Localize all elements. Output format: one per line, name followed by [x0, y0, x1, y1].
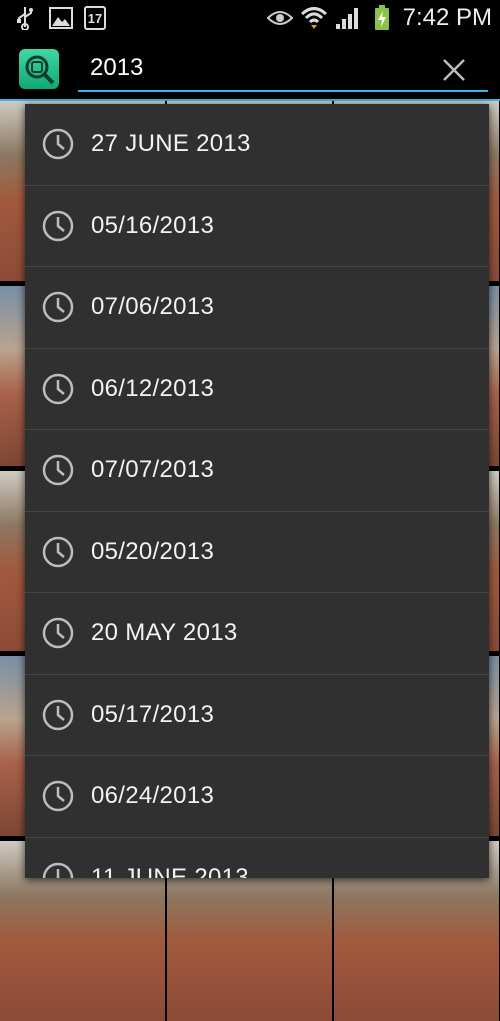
signal-icon: [335, 5, 361, 31]
suggestion-label: 07/07/2013: [91, 456, 215, 484]
wifi-icon: [300, 5, 327, 31]
clock-icon: [42, 699, 74, 730]
clock-icon: [42, 129, 74, 160]
status-time: 7:42 PM: [402, 4, 492, 31]
suggestion-label: 05/17/2013: [91, 700, 215, 728]
usb-icon: [12, 5, 38, 31]
search-input[interactable]: [78, 46, 488, 92]
calendar-day: 17: [87, 10, 103, 26]
suggestion-label: 11 JUNE 2013: [91, 863, 249, 878]
suggestion-item[interactable]: 20 MAY 2013: [25, 593, 489, 675]
suggestion-item[interactable]: 05/16/2013: [25, 186, 489, 267]
search-suggestions-dropdown: 27 JUNE 2013 05/16/2013 07/06/2013 06/12…: [25, 104, 489, 878]
suggestion-label: 27 JUNE 2013: [91, 130, 251, 158]
suggestion-item[interactable]: 05/17/2013: [25, 675, 489, 756]
suggestion-item[interactable]: 27 JUNE 2013: [25, 104, 489, 186]
suggestion-item[interactable]: 06/12/2013: [25, 349, 489, 430]
calendar-icon: 17: [84, 6, 106, 30]
suggestion-item[interactable]: 11 JUNE 2013: [25, 838, 489, 878]
status-bar: 17 7:42 PM: [0, 0, 500, 36]
clock-icon: [42, 292, 74, 323]
image-icon: [48, 5, 74, 31]
clear-search-button[interactable]: [436, 52, 472, 88]
clock-icon: [42, 618, 74, 649]
battery-charging-icon: [369, 5, 395, 31]
clock-icon: [42, 373, 74, 404]
clock-icon: [42, 455, 74, 486]
action-bar: [0, 36, 500, 100]
suggestion-label: 20 MAY 2013: [91, 619, 238, 647]
suggestion-label: 06/12/2013: [91, 374, 215, 402]
suggestion-item[interactable]: 07/07/2013: [25, 430, 489, 512]
clock-icon: [42, 862, 74, 878]
app-icon[interactable]: [19, 49, 59, 89]
suggestion-item[interactable]: 07/06/2013: [25, 267, 489, 349]
eye-icon: [266, 5, 293, 31]
close-icon: [443, 59, 465, 81]
suggestion-item[interactable]: 05/20/2013: [25, 512, 489, 593]
clock-icon: [42, 536, 74, 567]
suggestion-label: 07/06/2013: [91, 293, 215, 321]
clock-icon: [42, 210, 74, 241]
suggestion-label: 05/20/2013: [91, 537, 215, 565]
suggestion-label: 05/16/2013: [91, 211, 215, 239]
suggestion-item[interactable]: 06/24/2013: [25, 756, 489, 838]
suggestion-label: 06/24/2013: [91, 782, 215, 810]
clock-icon: [42, 781, 74, 812]
